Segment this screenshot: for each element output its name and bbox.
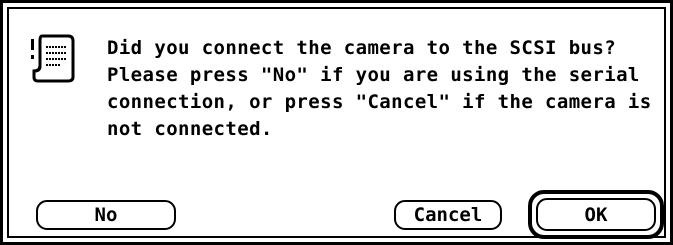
no-button[interactable]: No (36, 200, 176, 230)
note-icon (31, 34, 75, 83)
alert-dialog: Did you connect the camera to the SCSI b… (0, 0, 673, 245)
cancel-button[interactable]: Cancel (394, 200, 502, 230)
alert-message: Did you connect the camera to the SCSI b… (107, 37, 652, 140)
ok-button[interactable]: OK (536, 198, 656, 231)
